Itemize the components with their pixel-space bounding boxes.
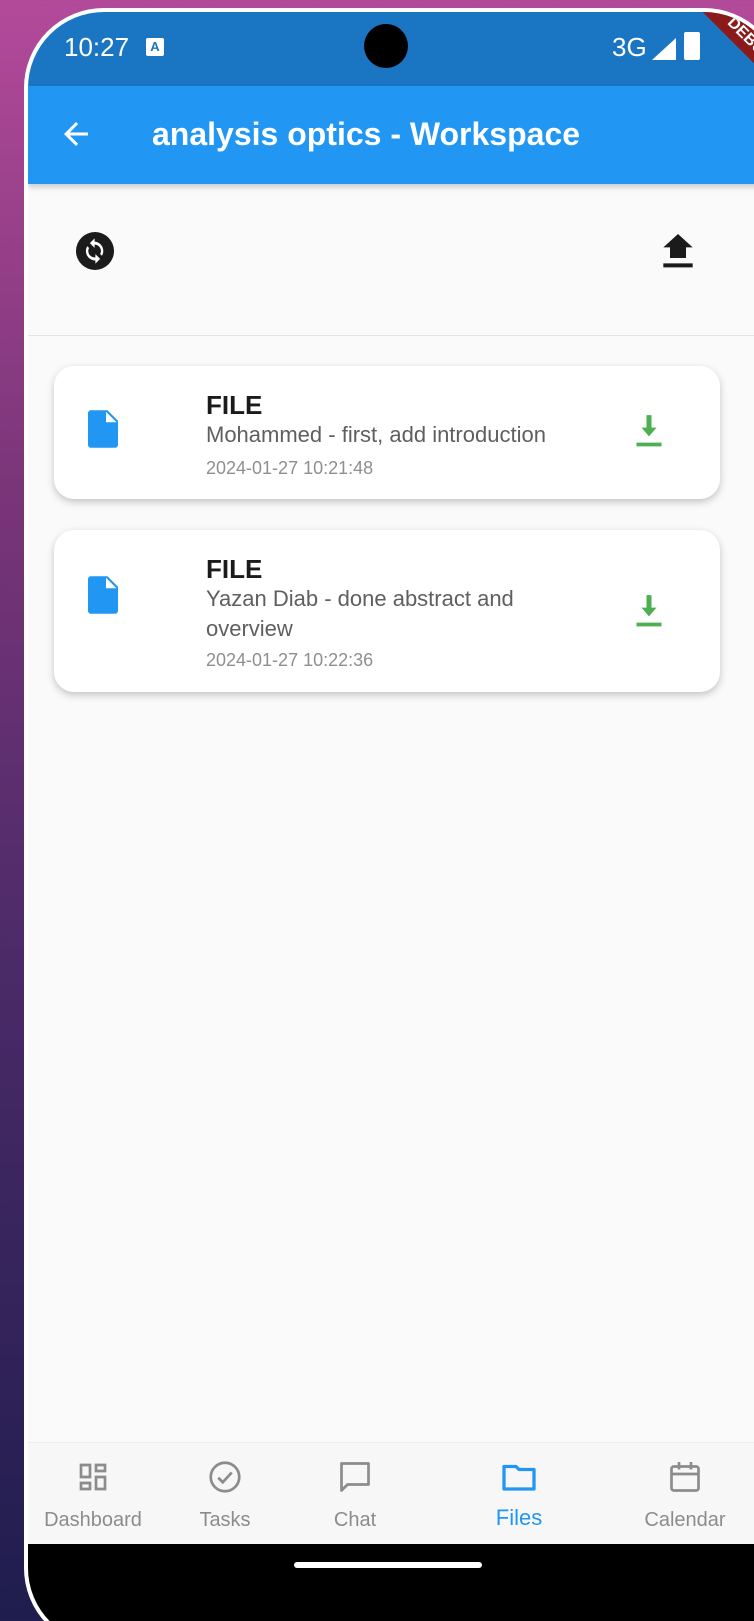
document-icon [88,576,118,614]
dashboard-icon [79,1463,107,1491]
nav-item-dashboard[interactable]: Dashboard [28,1443,158,1543]
chat-bubble-icon [340,1462,370,1492]
file-description: Yazan Diab - done abstract and overview [206,586,514,641]
camera-cutout [364,24,408,68]
nav-label: Chat [333,1509,377,1531]
calendar-icon [670,1462,700,1492]
app-bar: analysis optics - Workspace [28,86,754,184]
home-indicator[interactable] [294,1562,482,1568]
status-time: 10:27 [64,32,130,62]
page-title: analysis optics - Workspace [152,116,581,152]
notification-a-icon: A [146,38,164,56]
nav-label: Calendar [644,1509,726,1531]
phone-frame: 10:27 A 3G DEBUG analysis optics - Works… [24,8,754,1621]
bottom-navigation: Dashboard Tasks Chat Files Calendar [28,1442,754,1544]
file-type: FILE [206,554,263,584]
back-arrow-icon[interactable] [58,116,94,152]
nav-label: Tasks [199,1509,251,1531]
folder-icon [502,1464,536,1491]
file-description: Mohammed - first, add introduction [206,422,546,447]
nav-item-calendar[interactable]: Calendar [620,1443,750,1543]
download-icon[interactable] [634,594,664,630]
file-card[interactable]: FILE Yazan Diab - done abstract and over… [54,530,720,692]
signal-icon [652,38,676,60]
status-bar: 10:27 A 3G DEBUG [28,12,754,100]
file-date: 2024-01-27 10:22:36 [206,650,374,670]
nav-item-chat[interactable]: Chat [290,1443,420,1543]
upload-icon[interactable] [662,234,694,270]
nav-label: Dashboard [44,1509,142,1531]
download-icon[interactable] [634,414,664,450]
nav-item-files[interactable]: Files [454,1443,584,1543]
network-type: 3G [612,32,647,62]
sync-icon[interactable] [76,232,114,270]
file-type: FILE [206,390,263,420]
file-card[interactable]: FILE Mohammed - first, add introduction … [54,366,720,499]
document-icon [88,410,118,448]
files-toolbar [28,184,754,336]
check-circle-icon [209,1461,241,1493]
nav-label: Files [495,1505,543,1530]
gesture-bar [28,1544,754,1621]
battery-icon [684,32,700,60]
file-date: 2024-01-27 10:21:48 [206,458,374,478]
nav-item-tasks[interactable]: Tasks [160,1443,290,1543]
